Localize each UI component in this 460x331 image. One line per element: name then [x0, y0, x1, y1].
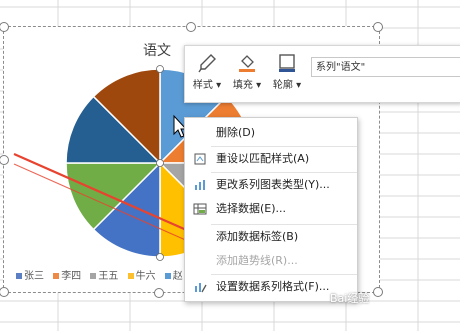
context-menu: 删除(D) 重设以匹配样式(A) 更改系列图表类型(Y)... 选择数据(E).… — [184, 117, 358, 302]
fill-button[interactable]: 填充 ▾ — [227, 52, 267, 91]
series-select[interactable]: 系列"语文" — [311, 57, 460, 77]
outline-button[interactable]: 轮廓 ▾ — [267, 52, 307, 91]
menu-item-change-chart-type[interactable]: 更改系列图表类型(Y)... — [185, 174, 357, 196]
select-data-icon — [193, 203, 207, 215]
style-button[interactable]: 样式 ▾ — [187, 52, 227, 91]
outline-shape-icon — [279, 54, 295, 72]
watermark: Bai经验 — [330, 292, 370, 305]
menu-item-delete[interactable]: 删除(D) — [185, 122, 357, 144]
menu-divider — [211, 146, 357, 147]
menu-divider — [211, 224, 357, 225]
paint-bucket-icon — [239, 55, 255, 72]
brush-icon — [198, 54, 216, 73]
menu-item-add-data-labels[interactable]: 添加数据标签(B) — [185, 226, 357, 248]
menu-divider — [211, 172, 357, 173]
menu-item-select-data[interactable]: 选择数据(E)... — [185, 198, 357, 220]
menu-divider — [211, 274, 357, 275]
menu-item-reset-style[interactable]: 重设以匹配样式(A) — [185, 148, 357, 170]
format-series-icon — [195, 283, 207, 293]
reset-style-icon — [194, 153, 206, 165]
chart-type-icon — [195, 180, 205, 190]
mini-toolbar: 样式 ▾ 填充 ▾ 轮廓 ▾ 系列"语文" — [184, 45, 460, 103]
menu-item-add-trendline: 添加趋势线(R)... — [216, 254, 298, 267]
